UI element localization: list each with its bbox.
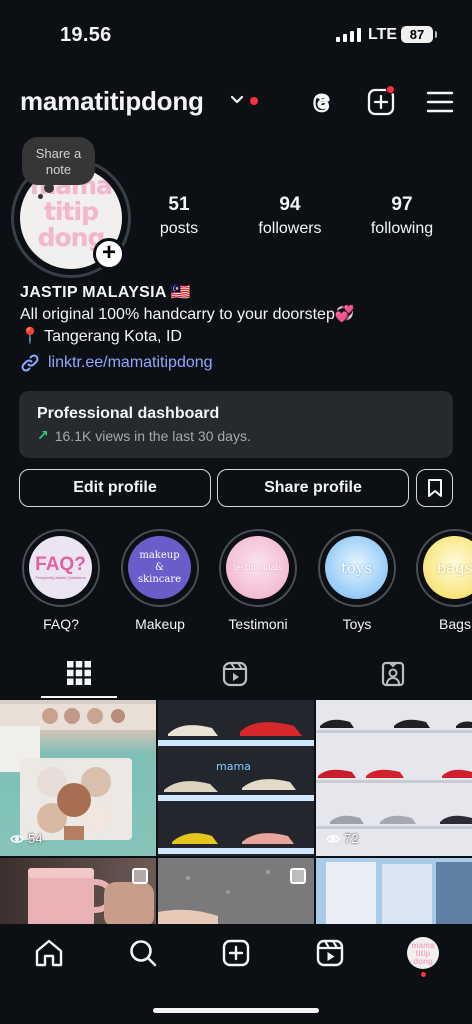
highlight-makeup[interactable]: makeup & skincare Makeup xyxy=(120,529,200,632)
post-view-count: 72 xyxy=(326,831,358,846)
highlight-faq[interactable]: FAQ? Frequently Asked Questions FAQ? xyxy=(21,529,101,632)
eye-icon xyxy=(326,834,340,843)
reels-nav-icon[interactable] xyxy=(314,937,346,969)
posts-count: 51 xyxy=(168,194,190,215)
bottom-navigation: mama titip dong xyxy=(0,924,472,1024)
post-thumbnail[interactable]: 72 xyxy=(316,700,472,856)
dashboard-subtitle-row: ↗ 16.1K views in the last 30 days. xyxy=(37,427,453,444)
bio-text: All original 100% handcarry to your door… xyxy=(20,306,355,323)
username-switcher[interactable]: mamatitipdong xyxy=(20,86,204,117)
professional-dashboard[interactable]: Professional dashboard ↗ 16.1K views in … xyxy=(19,391,453,458)
svg-text:mama: mama xyxy=(216,760,251,773)
highlight-bags[interactable]: bags Bags xyxy=(415,529,472,632)
bookmark-icon xyxy=(427,479,442,497)
stat-following[interactable]: 97 following xyxy=(362,194,442,238)
profile-header: mamatitipdong xyxy=(0,80,472,124)
threads-icon[interactable] xyxy=(308,87,338,117)
dashboard-title: Professional dashboard xyxy=(37,405,220,422)
sneakers-photo: mama xyxy=(158,700,314,856)
bio-link[interactable]: linktr.ee/mamatitipdong xyxy=(20,352,460,374)
home-icon[interactable] xyxy=(33,937,65,969)
highlight-cover: toys xyxy=(325,536,388,599)
highlight-cover: testimonials xyxy=(226,536,289,599)
highlight-label: Toys xyxy=(342,616,372,632)
profile-name: JASTIP MALAYSIA 🇲🇾 xyxy=(20,284,192,301)
profile-nav-avatar[interactable]: mama titip dong xyxy=(407,937,439,969)
multiple-photos-icon xyxy=(290,868,306,884)
signal-icon xyxy=(336,28,361,42)
highlight-ring: toys xyxy=(318,529,396,607)
tab-tagged[interactable] xyxy=(355,652,431,698)
toys-photo xyxy=(316,858,472,924)
highlight-ring: bags xyxy=(416,529,472,607)
highlight-cover-text: testimonials xyxy=(232,563,283,572)
highlight-ring: FAQ? Frequently Asked Questions xyxy=(22,529,100,607)
battery-icon: 87 xyxy=(401,26,437,43)
highlight-cover-text: bags xyxy=(436,558,472,577)
saved-button[interactable] xyxy=(416,469,453,507)
highlight-cover-subtext: Frequently Asked Questions xyxy=(35,575,86,580)
posts-label: posts xyxy=(159,220,199,237)
status-time: 19.56 xyxy=(60,24,112,46)
post-thumbnail[interactable]: mama xyxy=(158,700,314,856)
notification-dot xyxy=(250,97,258,105)
network-type: LTE xyxy=(368,26,398,43)
highlight-testimoni[interactable]: testimonials Testimoni xyxy=(218,529,298,632)
location-text: 📍 Tangerang Kota, ID xyxy=(20,328,182,345)
tagged-person-icon xyxy=(381,661,405,687)
highlight-cover-text: FAQ? xyxy=(35,554,86,575)
tab-reels[interactable] xyxy=(197,652,273,698)
new-post-badge xyxy=(386,85,395,94)
share-note-bubble[interactable]: Share a note xyxy=(22,137,95,199)
post-thumbnail[interactable] xyxy=(316,858,472,924)
hamburger-menu-icon[interactable] xyxy=(425,87,455,117)
highlight-label: Testimoni xyxy=(228,616,288,632)
grid-icon xyxy=(67,661,91,685)
trend-up-icon: ↗ xyxy=(37,427,49,443)
following-count: 97 xyxy=(391,194,413,215)
multiple-photos-icon xyxy=(132,868,148,884)
highlight-cover-text: toys xyxy=(340,558,373,577)
reels-icon xyxy=(222,661,248,687)
following-label: following xyxy=(370,220,434,237)
post-views: 54 xyxy=(28,831,43,846)
tab-posts-grid[interactable] xyxy=(41,652,117,698)
followers-label: followers xyxy=(258,220,322,237)
post-view-count: 54 xyxy=(10,831,42,846)
highlight-label: FAQ? xyxy=(43,616,79,632)
highlight-cover: bags xyxy=(423,536,472,599)
post-views: 72 xyxy=(344,831,359,846)
profile-bio: JASTIP MALAYSIA 🇲🇾 All original 100% han… xyxy=(20,282,460,374)
highlight-label: Bags xyxy=(439,616,471,632)
highlight-toys[interactable]: toys Toys xyxy=(317,529,397,632)
search-icon[interactable] xyxy=(127,937,159,969)
post-thumbnail[interactable] xyxy=(0,858,156,924)
highlight-cover: FAQ? Frequently Asked Questions xyxy=(29,536,92,599)
post-thumbnail[interactable]: 54 xyxy=(0,700,156,856)
highlight-cover-text: makeup & skincare xyxy=(137,549,182,585)
stat-followers[interactable]: 94 followers xyxy=(250,194,330,238)
profile-tabs xyxy=(0,652,472,700)
status-bar: 19.56 LTE 87 xyxy=(0,0,472,62)
share-profile-button[interactable]: Share profile xyxy=(217,469,409,507)
stat-posts[interactable]: 51 posts xyxy=(150,194,208,238)
post-thumbnail[interactable] xyxy=(158,858,314,924)
highlight-label: Makeup xyxy=(135,616,185,632)
add-story-button[interactable]: + xyxy=(93,238,125,270)
chevron-down-icon[interactable] xyxy=(229,92,245,108)
create-icon[interactable] xyxy=(220,937,252,969)
highlight-ring: makeup & skincare xyxy=(121,529,199,607)
dashboard-subtitle: 16.1K views in the last 30 days. xyxy=(54,427,251,444)
edit-profile-button[interactable]: Edit profile xyxy=(19,469,211,507)
post-grid: 54 mama 72 xyxy=(0,700,472,924)
profile-nav-dot xyxy=(421,972,426,977)
followers-count: 94 xyxy=(279,194,301,215)
highlight-ring: testimonials xyxy=(219,529,297,607)
highlight-cover: makeup & skincare xyxy=(128,536,191,599)
home-indicator xyxy=(153,1008,319,1013)
link-icon xyxy=(21,354,39,372)
eye-icon xyxy=(10,834,24,843)
bio-link-text[interactable]: linktr.ee/mamatitipdong xyxy=(48,352,213,374)
